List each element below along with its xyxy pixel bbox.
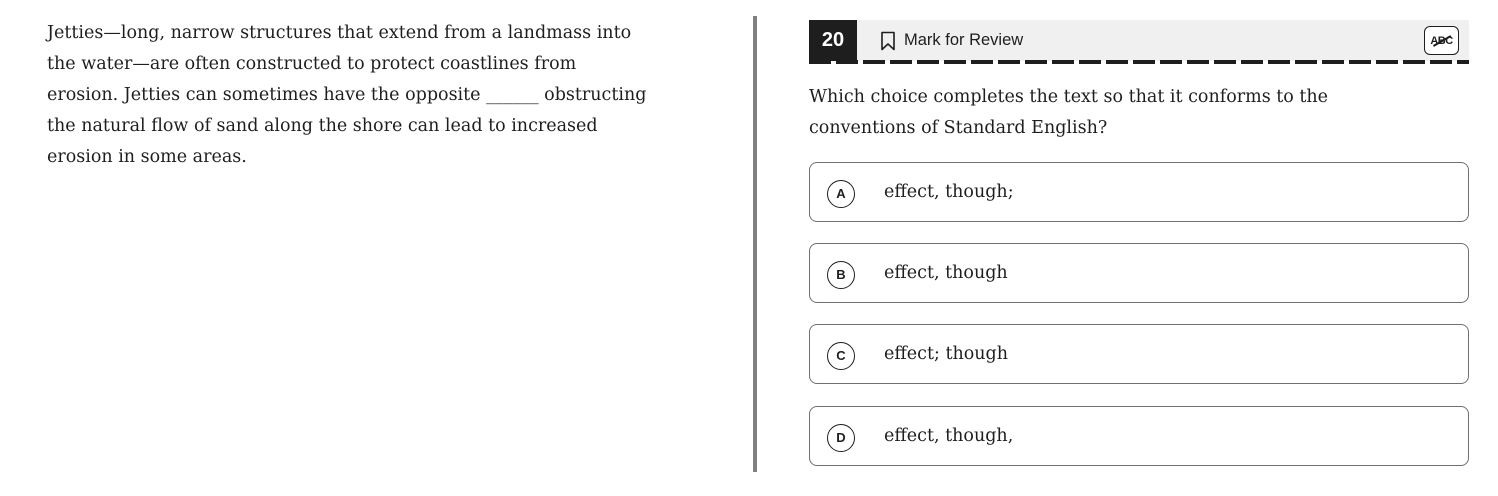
mark-for-review-button[interactable]: Mark for Review — [880, 20, 1023, 61]
answer-choice-b[interactable]: B effect, though — [809, 243, 1469, 303]
choice-text: effect, though, — [884, 426, 1014, 446]
choice-letter-badge: A — [827, 180, 855, 208]
choice-letter-badge: B — [827, 261, 855, 289]
passage-line: Jetties—long, narrow structures that ext… — [47, 23, 632, 43]
pane-divider[interactable] — [753, 16, 757, 472]
bookmark-icon — [880, 31, 896, 51]
choice-text: effect, though; — [884, 182, 1014, 202]
choice-text: effect, though — [884, 263, 1008, 283]
answer-choice-a[interactable]: A effect, though; — [809, 162, 1469, 222]
answer-eliminator-button[interactable]: ABC — [1424, 26, 1459, 55]
passage-text: Jetties—long, narrow structures that ext… — [47, 18, 727, 173]
answer-choice-d[interactable]: D effect, though, — [809, 406, 1469, 466]
choice-letter-badge: D — [827, 424, 855, 452]
header-dashed-rule — [809, 60, 1469, 64]
question-number-badge: 20 — [809, 20, 857, 61]
answer-choice-c[interactable]: C effect; though — [809, 324, 1469, 384]
question-line: conventions of Standard English? — [809, 118, 1108, 138]
choice-text: effect; though — [884, 344, 1009, 364]
passage-line: the natural flow of sand along the shore… — [47, 116, 598, 136]
passage-line: erosion. Jetties can sometimes have the … — [47, 85, 647, 105]
choice-letter-badge: C — [827, 342, 855, 370]
passage-line: the water—are often constructed to prote… — [47, 54, 577, 74]
question-line: Which choice completes the text so that … — [809, 87, 1329, 107]
question-prompt: Which choice completes the text so that … — [809, 82, 1449, 144]
question-header: 20 Mark for Review ABC — [809, 20, 1469, 61]
passage-line: erosion in some areas. — [47, 147, 247, 167]
mark-for-review-label: Mark for Review — [904, 31, 1024, 49]
